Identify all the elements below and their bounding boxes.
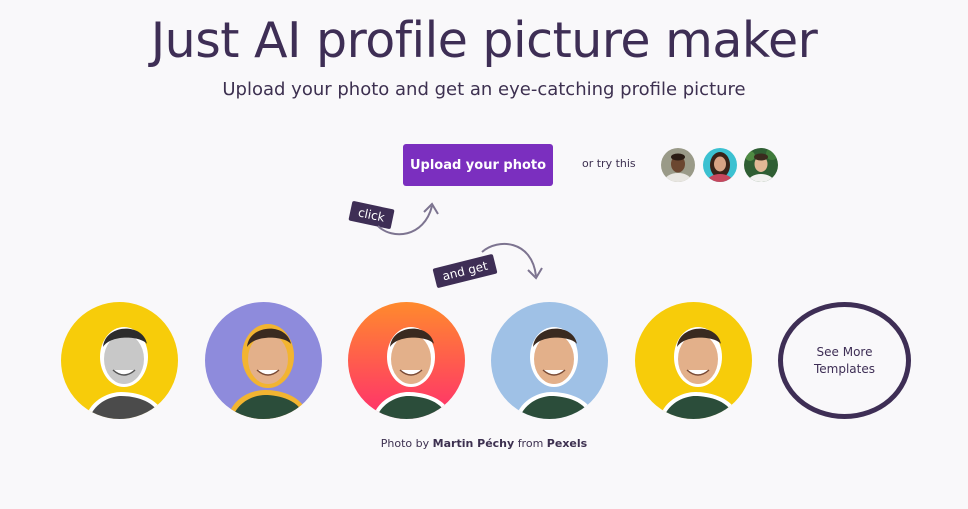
sample-photo-2[interactable] bbox=[703, 148, 737, 182]
page-subtitle: Upload your photo and get an eye-catchin… bbox=[222, 79, 746, 100]
avatar-grayscale-icon bbox=[61, 302, 178, 419]
sample-photo-1[interactable] bbox=[661, 148, 695, 182]
credit-middle: from bbox=[517, 437, 544, 450]
try-this-label: or try this bbox=[582, 157, 636, 170]
sample-photo-3[interactable] bbox=[744, 148, 778, 182]
see-more-label: See More Templates bbox=[814, 344, 875, 378]
sample-face-woman-icon bbox=[703, 148, 737, 182]
avatar-blue-icon bbox=[491, 302, 608, 419]
avatar-yellow-icon bbox=[635, 302, 752, 419]
photo-credit: Photo by Martin Péchy from Pexels bbox=[0, 437, 968, 450]
avatar-gradient-icon bbox=[348, 302, 465, 419]
see-more-line2: Templates bbox=[813, 361, 875, 376]
template-purple-outline[interactable] bbox=[205, 302, 322, 419]
template-orange-pink-gradient[interactable] bbox=[348, 302, 465, 419]
template-yellow-color[interactable] bbox=[635, 302, 752, 419]
see-more-templates-button[interactable]: See More Templates bbox=[778, 302, 911, 419]
upload-photo-button[interactable]: Upload your photo bbox=[403, 144, 553, 186]
credit-source-link[interactable]: Pexels bbox=[547, 437, 587, 450]
see-more-line1: See More bbox=[816, 344, 873, 359]
sample-face-man-icon bbox=[661, 148, 695, 182]
credit-author-link[interactable]: Martin Péchy bbox=[433, 437, 515, 450]
avatar-outline-icon bbox=[205, 302, 322, 419]
curved-arrow-down-icon bbox=[481, 243, 543, 280]
template-yellow-grayscale[interactable] bbox=[61, 302, 178, 419]
page-title: Just AI profile picture maker bbox=[150, 12, 818, 69]
credit-prefix: Photo by bbox=[380, 437, 430, 450]
page: Just AI profile picture maker Upload you… bbox=[0, 0, 968, 509]
sample-face-man-green-icon bbox=[744, 148, 778, 182]
template-light-blue[interactable] bbox=[491, 302, 608, 419]
curved-arrow-up-icon bbox=[377, 202, 439, 236]
